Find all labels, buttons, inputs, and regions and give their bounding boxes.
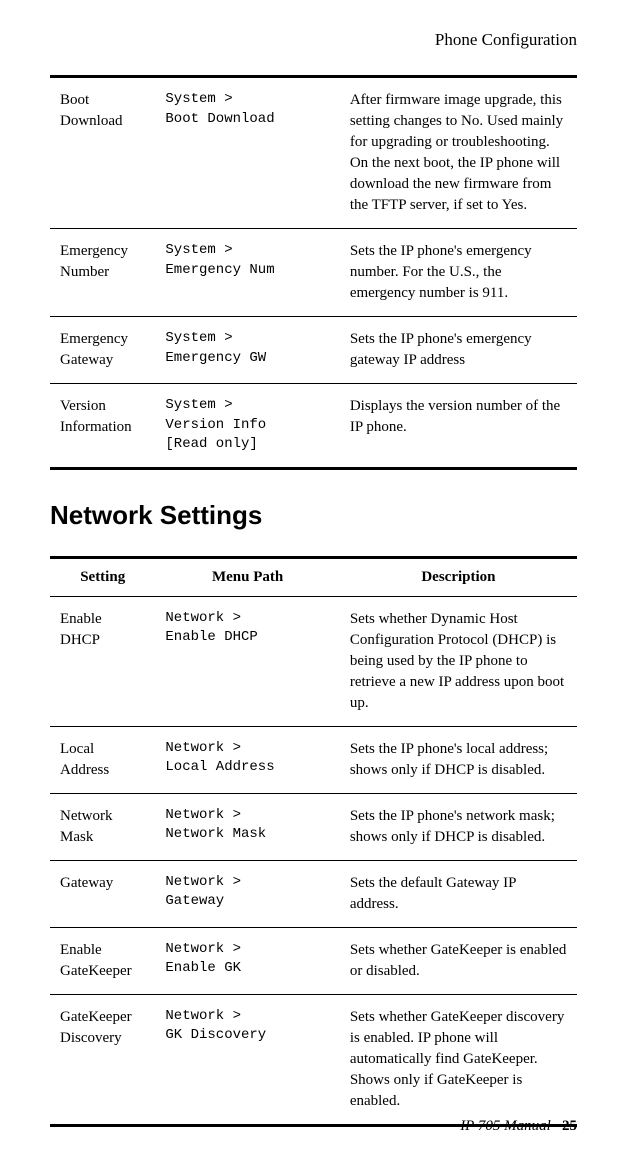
- setting-cell: Gateway: [50, 860, 155, 927]
- description-cell: Sets whether Dynamic Host Configuration …: [340, 596, 577, 726]
- table-row: GateKeeper DiscoveryNetwork >GK Discover…: [50, 994, 577, 1125]
- footer-title: IP 705 Manual: [460, 1118, 551, 1134]
- setting-cell: Emergency Gateway: [50, 317, 155, 384]
- menu-path-cell: System >Version Info[Read only]: [155, 384, 339, 469]
- footer-page: 25: [562, 1118, 577, 1134]
- page-header: Phone Configuration: [50, 30, 577, 50]
- system-settings-table: Boot DownloadSystem >Boot DownloadAfter …: [50, 75, 577, 470]
- menu-path-cell: Network >Enable GK: [155, 927, 339, 994]
- setting-cell: GateKeeper Discovery: [50, 994, 155, 1125]
- setting-cell: Boot Download: [50, 77, 155, 229]
- header-desc: Description: [340, 557, 577, 596]
- description-cell: After firmware image upgrade, this setti…: [340, 77, 577, 229]
- menu-path-cell: Network >Enable DHCP: [155, 596, 339, 726]
- table-row: Emergency NumberSystem >Emergency NumSet…: [50, 229, 577, 317]
- table-row: Boot DownloadSystem >Boot DownloadAfter …: [50, 77, 577, 229]
- menu-path-cell: Network >Network Mask: [155, 793, 339, 860]
- description-cell: Sets the default Gateway IP address.: [340, 860, 577, 927]
- description-cell: Sets the IP phone's emergency number. Fo…: [340, 229, 577, 317]
- table-row: Enable GateKeeperNetwork >Enable GKSets …: [50, 927, 577, 994]
- header-setting: Setting: [50, 557, 155, 596]
- table-header-row: Setting Menu Path Description: [50, 557, 577, 596]
- table-row: Enable DHCPNetwork >Enable DHCPSets whet…: [50, 596, 577, 726]
- menu-path-cell: Network >Gateway: [155, 860, 339, 927]
- table-row: GatewayNetwork >GatewaySets the default …: [50, 860, 577, 927]
- page-footer: IP 705 Manual 25: [460, 1118, 577, 1135]
- setting-cell: Local Address: [50, 726, 155, 793]
- header-path: Menu Path: [155, 557, 339, 596]
- table-row: Emergency GatewaySystem >Emergency GWSet…: [50, 317, 577, 384]
- setting-cell: Version Information: [50, 384, 155, 469]
- menu-path-cell: System >Boot Download: [155, 77, 339, 229]
- table-row: Network MaskNetwork >Network MaskSets th…: [50, 793, 577, 860]
- menu-path-cell: Network >GK Discovery: [155, 994, 339, 1125]
- section-heading: Network Settings: [50, 500, 577, 531]
- menu-path-cell: Network >Local Address: [155, 726, 339, 793]
- description-cell: Displays the version number of the IP ph…: [340, 384, 577, 469]
- setting-cell: Enable GateKeeper: [50, 927, 155, 994]
- table-row: Local AddressNetwork >Local AddressSets …: [50, 726, 577, 793]
- setting-cell: Enable DHCP: [50, 596, 155, 726]
- menu-path-cell: System >Emergency GW: [155, 317, 339, 384]
- description-cell: Sets whether GateKeeper discovery is ena…: [340, 994, 577, 1125]
- menu-path-cell: System >Emergency Num: [155, 229, 339, 317]
- description-cell: Sets the IP phone's network mask; shows …: [340, 793, 577, 860]
- setting-cell: Network Mask: [50, 793, 155, 860]
- setting-cell: Emergency Number: [50, 229, 155, 317]
- description-cell: Sets the IP phone's local address; shows…: [340, 726, 577, 793]
- description-cell: Sets whether GateKeeper is enabled or di…: [340, 927, 577, 994]
- description-cell: Sets the IP phone's emergency gateway IP…: [340, 317, 577, 384]
- table-row: Version InformationSystem >Version Info[…: [50, 384, 577, 469]
- network-settings-table: Setting Menu Path Description Enable DHC…: [50, 556, 577, 1127]
